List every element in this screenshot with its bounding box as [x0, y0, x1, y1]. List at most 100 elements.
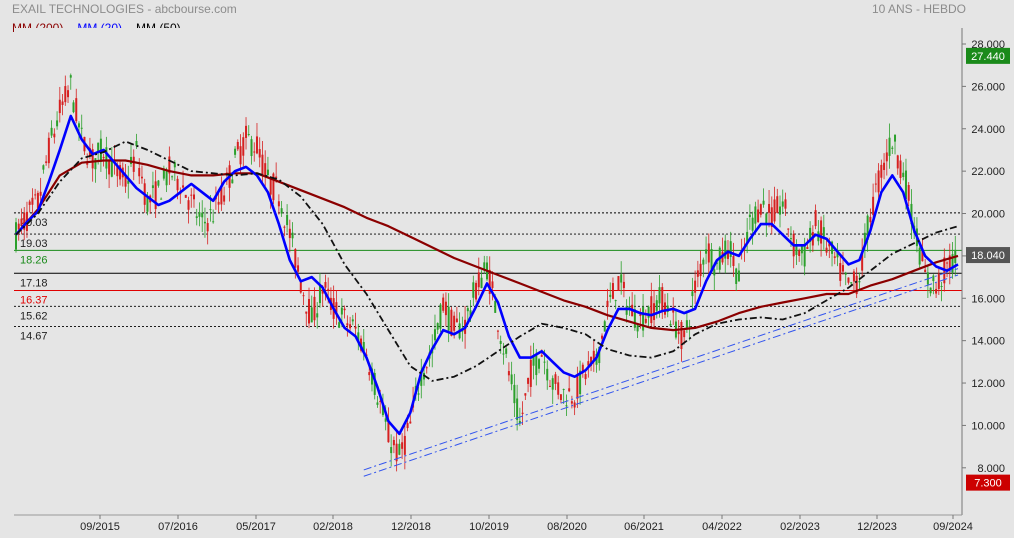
- candle-body: [513, 384, 516, 404]
- candle-body: [351, 319, 354, 322]
- candle-body: [789, 238, 792, 240]
- candle-body: [239, 146, 242, 165]
- candle-body: [800, 245, 803, 254]
- candle-body: [132, 156, 135, 172]
- candle-body: [894, 134, 897, 142]
- candle-body: [565, 405, 568, 407]
- candle-body: [258, 149, 261, 158]
- x-tick-label-8: 04/2022: [702, 521, 742, 533]
- candle-body: [902, 172, 905, 177]
- candle-body: [327, 288, 330, 290]
- candle-body: [883, 162, 886, 171]
- candle-body: [521, 412, 524, 414]
- candle-body: [53, 133, 56, 138]
- candle-body: [932, 275, 935, 282]
- candle-body: [192, 194, 195, 200]
- candle-body: [398, 443, 401, 455]
- candle-body: [17, 223, 20, 230]
- candle-body: [390, 447, 393, 454]
- candle-body: [904, 170, 907, 200]
- candle-body: [784, 199, 787, 209]
- candle-body: [160, 198, 163, 200]
- y-tick-label-7: 22.000: [971, 166, 1005, 178]
- candle-body: [69, 75, 72, 78]
- candle-body: [466, 308, 469, 312]
- candle-body: [250, 139, 253, 157]
- candle-body: [663, 302, 666, 315]
- candle-body: [822, 227, 825, 237]
- candle-body: [850, 282, 853, 284]
- candle-body: [206, 223, 209, 232]
- candle-body: [305, 311, 308, 314]
- candle-body: [376, 402, 379, 405]
- candle-body: [510, 374, 513, 385]
- candle-body: [677, 331, 680, 335]
- candle-body: [787, 228, 790, 230]
- candle-body: [217, 201, 220, 205]
- y-tick-label-3: 14.000: [971, 336, 1005, 348]
- candle-body: [310, 307, 313, 323]
- candle-body: [614, 300, 617, 302]
- candle-body: [72, 102, 75, 113]
- candle-body: [67, 90, 70, 98]
- candle-body: [820, 220, 823, 244]
- candle-body: [47, 137, 50, 164]
- x-tick-label-3: 02/2018: [313, 521, 353, 533]
- candle-body: [409, 421, 412, 424]
- candle-body: [171, 176, 174, 178]
- candle-body: [269, 177, 272, 195]
- candle-body: [768, 203, 771, 213]
- candle: [475, 280, 478, 303]
- price-chart[interactable]: 20.0319.0318.2617.1816.3715.6214.678.000…: [0, 0, 1014, 538]
- candle-body: [705, 249, 708, 254]
- candle-body: [852, 271, 855, 282]
- candle-body: [97, 142, 100, 152]
- candle-body: [338, 322, 341, 328]
- candle-body: [888, 137, 891, 156]
- candle-body: [401, 442, 404, 449]
- y-tick-label-2: 12.000: [971, 378, 1005, 390]
- candle-body: [806, 246, 809, 250]
- candle-body: [776, 196, 779, 213]
- candle-body: [176, 178, 179, 191]
- candle-body: [231, 179, 234, 184]
- candle-body: [924, 269, 927, 273]
- candle-body: [165, 171, 168, 186]
- x-tick-label-10: 12/2023: [857, 521, 897, 533]
- candle-body: [291, 232, 294, 239]
- candle-body: [94, 158, 97, 170]
- candle-body: [524, 393, 527, 396]
- candle-body: [187, 200, 190, 210]
- candle-body: [403, 435, 406, 455]
- candle-body: [694, 280, 697, 293]
- candle-body: [392, 439, 395, 446]
- candle-body: [502, 353, 505, 355]
- candle-body: [324, 282, 327, 288]
- candle-body: [885, 152, 888, 162]
- candle-body: [872, 196, 875, 215]
- candle-body: [297, 265, 300, 272]
- candle-body: [650, 296, 653, 324]
- candle-body: [527, 377, 530, 384]
- candle-body: [50, 127, 53, 136]
- candle-body: [236, 141, 239, 150]
- candle-body: [253, 151, 256, 153]
- candle: [603, 319, 606, 332]
- candle-body: [190, 194, 193, 196]
- candle-body: [472, 282, 475, 298]
- candle: [184, 194, 187, 198]
- candle-body: [343, 308, 346, 311]
- candle-body: [841, 265, 844, 272]
- candle-body: [839, 263, 842, 281]
- candle-body: [316, 313, 319, 318]
- candle-body: [234, 148, 237, 155]
- candle-body: [496, 330, 499, 332]
- y-tick-label-4: 16.000: [971, 293, 1005, 305]
- x-tick-label-1: 07/2016: [158, 521, 198, 533]
- candle-body: [833, 256, 836, 258]
- candle-body: [299, 281, 302, 293]
- y-tick-label-9: 26.000: [971, 81, 1005, 93]
- candle-body: [346, 323, 349, 326]
- candle-body: [562, 389, 565, 391]
- candle-body: [779, 206, 782, 215]
